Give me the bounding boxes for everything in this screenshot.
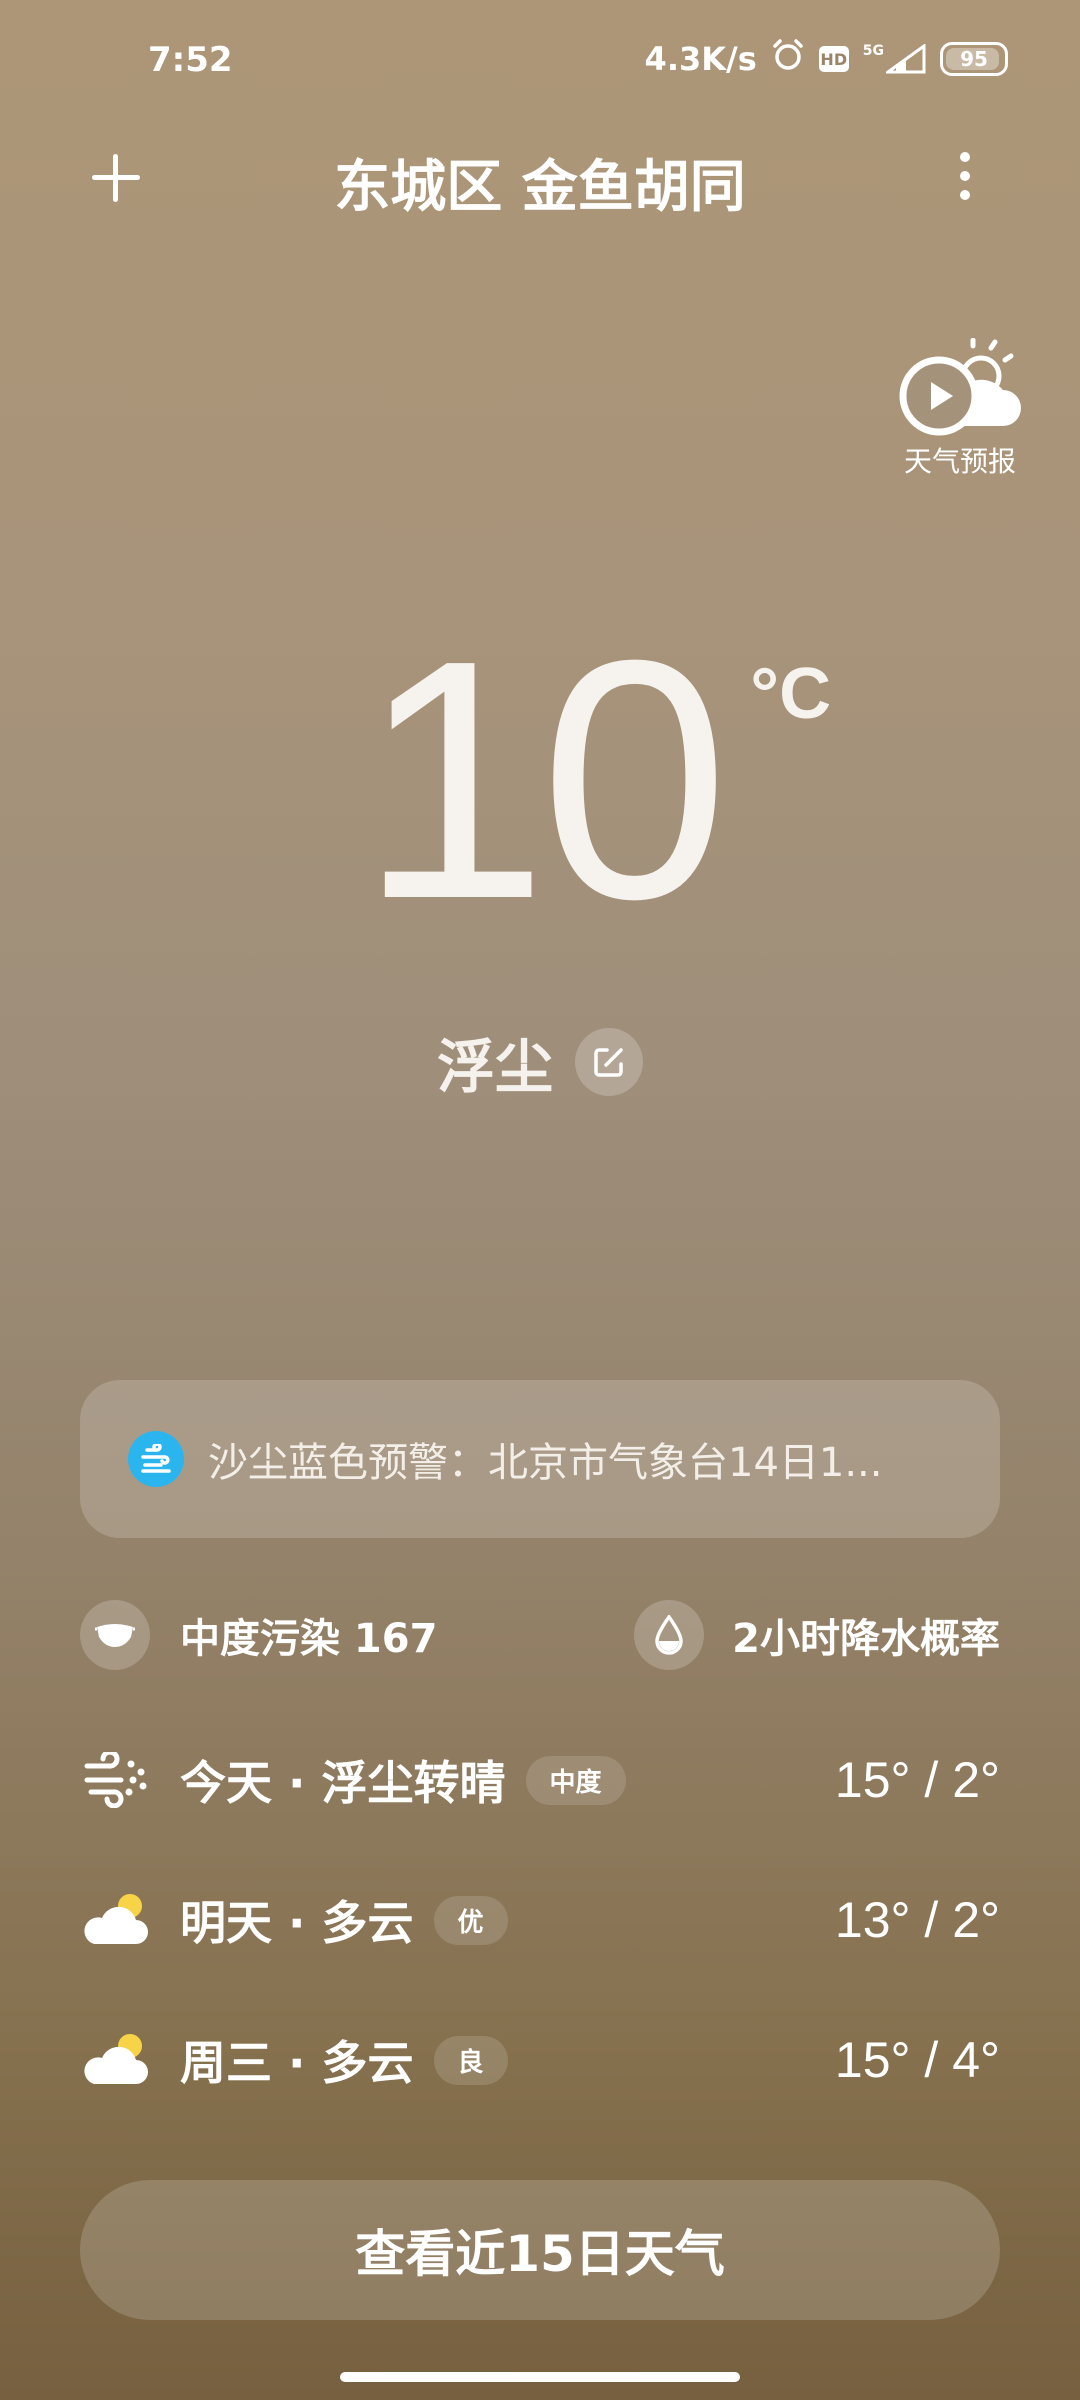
- temp-range: 15° / 2°: [834, 1752, 1000, 1808]
- temp-range: 15° / 4°: [834, 2032, 1000, 2088]
- forecast-row-today[interactable]: 今天 · 浮尘转晴 中度 15° / 2°: [80, 1735, 1000, 1825]
- net-speed: 4.3K/s: [644, 40, 757, 78]
- view-15-day-forecast-button[interactable]: 查看近15日天气: [80, 2180, 1000, 2320]
- play-cloud-sun-icon: [899, 338, 1021, 436]
- forecast-row-tomorrow[interactable]: 明天 · 多云 优 13° / 2°: [80, 1875, 1000, 1965]
- rain-text: 2小时降水概率: [732, 1616, 1000, 1662]
- aqi-badge: 中度: [525, 1755, 626, 1805]
- current-condition: 浮尘: [0, 1020, 1080, 1104]
- status-icons: 4.3K/s HD 5G 95: [645, 38, 1008, 80]
- battery-level: 95: [960, 47, 988, 71]
- weather-alert-card[interactable]: 沙尘蓝色预警：北京市气象台14日1...: [80, 1380, 1000, 1538]
- hd-badge: HD: [818, 46, 849, 72]
- forecast-video-button[interactable]: 天气预报: [890, 338, 1030, 480]
- signal-icon: 5G: [863, 44, 926, 74]
- battery-indicator: 95: [940, 42, 1008, 76]
- forecast-label: 周三 · 多云: [180, 2036, 414, 2090]
- dust-wind-icon: [80, 1744, 152, 1816]
- temp-range: 13° / 2°: [834, 1892, 1000, 1948]
- raindrop-icon: [634, 1600, 705, 1670]
- location-title[interactable]: 东城区 金鱼胡同: [0, 142, 1080, 223]
- temperature-unit: °C: [750, 654, 832, 734]
- network-type: 5G: [862, 43, 884, 59]
- dust-warning-icon: [128, 1431, 184, 1487]
- aqi-badge: 优: [433, 1895, 508, 1945]
- current-temperature: 10 °C: [0, 610, 1080, 950]
- edit-condition-button[interactable]: [575, 1028, 643, 1096]
- temperature-value: 10: [358, 590, 729, 970]
- alert-text: 沙尘蓝色预警：北京市气象台14日1...: [208, 1440, 883, 1486]
- air-quality[interactable]: 中度污染 167: [80, 1600, 437, 1670]
- cloudy-sun-icon: [80, 2024, 152, 2096]
- forecast-label: 今天 · 浮尘转晴: [180, 1756, 506, 1810]
- status-time: 7:52: [148, 40, 233, 80]
- alarm-icon: [771, 38, 805, 80]
- condition-text: 浮尘: [436, 1033, 553, 1101]
- aqi-text: 中度污染 167: [180, 1616, 438, 1662]
- more-options-button[interactable]: [940, 146, 990, 206]
- home-indicator[interactable]: [340, 2372, 740, 2382]
- aqi-badge: 良: [433, 2035, 508, 2085]
- cloudy-sun-icon: [80, 1884, 152, 1956]
- forecast-video-label: 天气预报: [903, 445, 1016, 478]
- mask-icon: [80, 1600, 150, 1670]
- edit-icon: [594, 1048, 623, 1077]
- forecast-label: 明天 · 多云: [180, 1896, 414, 1950]
- rain-probability[interactable]: 2小时降水概率: [634, 1600, 1000, 1670]
- forecast-row-wednesday[interactable]: 周三 · 多云 良 15° / 4°: [80, 2015, 1000, 2105]
